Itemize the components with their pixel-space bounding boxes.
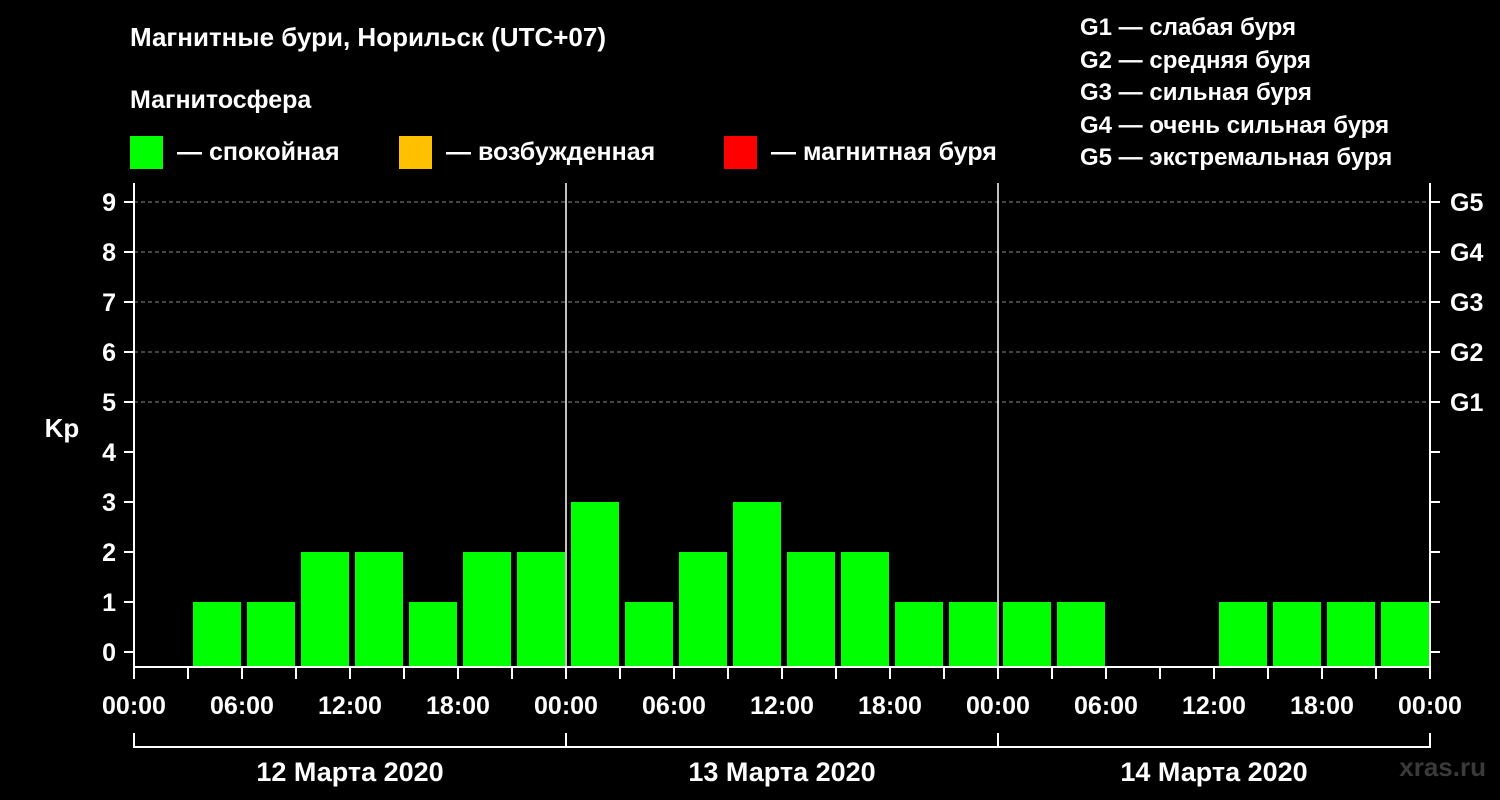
x-tick-label-1: 06:00 (210, 692, 274, 720)
x-tick-label-2: 12:00 (318, 692, 382, 720)
y-tick-label-7: 7 (102, 289, 116, 317)
bar-14 (895, 602, 943, 667)
bar-13 (841, 552, 889, 667)
g-label-G1: G1 (1450, 389, 1483, 417)
x-tick-label-12: 00:00 (1398, 692, 1462, 720)
x-tick-label-4: 00:00 (534, 692, 598, 720)
kp-chart: 0 1 2 3 4 5 6 7 8 9 G1 G2 G3 G4 G5 Kp 00:00 06:00 12:00 18:… (45, 183, 1483, 787)
g-label-G2: G2 (1450, 339, 1483, 367)
y-axis-label: Kp (45, 413, 80, 443)
y-tick-label-2: 2 (102, 539, 116, 567)
x-tick-label-8: 00:00 (966, 692, 1030, 720)
x-tick-label-5: 06:00 (642, 692, 706, 720)
x-tick-label-6: 12:00 (750, 692, 814, 720)
bar-15 (949, 602, 997, 667)
bar-11 (733, 502, 781, 667)
bar-12 (787, 552, 835, 667)
y-tick-label-4: 4 (102, 439, 116, 467)
y-tick-label-5: 5 (102, 389, 116, 417)
x-tick-label-10: 12:00 (1182, 692, 1246, 720)
day-label-0: 12 Марта 2020 (256, 757, 443, 787)
y-tick-label-0: 0 (102, 639, 116, 667)
y-tick-label-6: 6 (102, 339, 116, 367)
bar-6 (463, 552, 511, 667)
bar-2 (247, 602, 295, 667)
bar-7 (517, 552, 565, 667)
bar-16 (1003, 602, 1051, 667)
x-tick-label-0: 00:00 (102, 692, 166, 720)
x-tick-label-7: 18:00 (858, 692, 922, 720)
y-tick-label-3: 3 (102, 489, 116, 517)
bar-5 (409, 602, 457, 667)
bar-21 (1273, 602, 1321, 667)
day-label-2: 14 Марта 2020 (1120, 757, 1307, 787)
watermark: xras.ru (1399, 752, 1486, 782)
bar-10 (679, 552, 727, 667)
x-tick-label-9: 06:00 (1074, 692, 1138, 720)
bar-22 (1327, 602, 1375, 667)
bar-3 (301, 552, 349, 667)
x-tick-label-3: 18:00 (426, 692, 490, 720)
bar-4 (355, 552, 403, 667)
bar-17 (1057, 602, 1105, 667)
day-label-1: 13 Марта 2020 (688, 757, 875, 787)
bar-8 (571, 502, 619, 667)
bar-20 (1219, 602, 1267, 667)
bar-1 (193, 602, 241, 667)
g-label-G3: G3 (1450, 289, 1483, 317)
bar-23 (1381, 602, 1429, 667)
x-tick-label-11: 18:00 (1290, 692, 1354, 720)
y-tick-label-1: 1 (102, 589, 116, 617)
y-tick-label-8: 8 (102, 239, 116, 267)
g-label-G5: G5 (1450, 189, 1483, 217)
g-label-G4: G4 (1450, 239, 1483, 267)
y-tick-label-9: 9 (102, 189, 116, 217)
bar-9 (625, 602, 673, 667)
